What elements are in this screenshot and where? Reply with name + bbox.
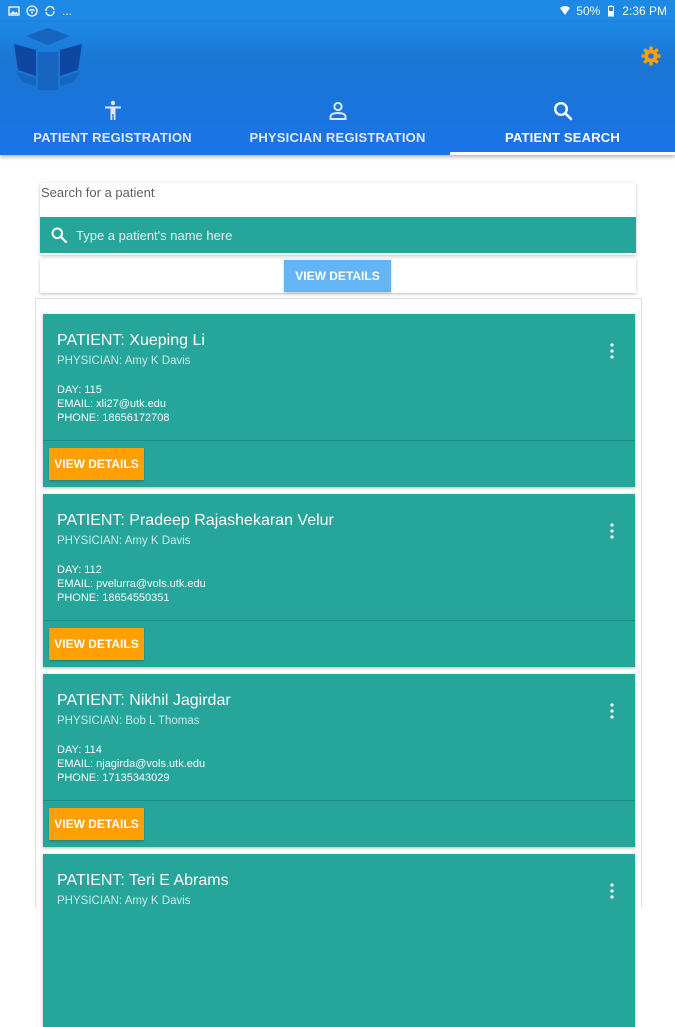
tab-patient-registration-label: PATIENT REGISTRATION: [33, 130, 192, 145]
patient-phone: PHONE: 17135343029: [57, 772, 170, 784]
cube-logo-icon: [14, 28, 82, 90]
card-divider: [43, 800, 635, 801]
tab-bar: PATIENT REGISTRATION PHYSICIAN REGISTRAT…: [0, 94, 675, 155]
search-label: Search for a patient: [41, 185, 155, 200]
card-divider: [43, 440, 635, 441]
more-vert-icon[interactable]: [609, 882, 615, 900]
patient-name: PATIENT: Teri E Abrams: [57, 872, 229, 889]
tab-patient-search[interactable]: PATIENT SEARCH: [450, 94, 675, 155]
person-figure-icon: [104, 100, 121, 120]
patient-card[interactable]: PATIENT: Xueping Li PHYSICIAN: Amy K Dav…: [43, 314, 635, 487]
patient-physician: PHYSICIAN: Amy K Davis: [57, 535, 191, 547]
patient-name: PATIENT: Xueping Li: [57, 332, 205, 349]
view-details-bar: VIEW DETAILS: [40, 259, 636, 293]
view-details-button[interactable]: VIEW DETAILS: [49, 448, 144, 480]
patient-card[interactable]: PATIENT: Teri E Abrams PHYSICIAN: Amy K …: [43, 854, 635, 1027]
tab-physician-registration[interactable]: PHYSICIAN REGISTRATION: [225, 94, 450, 155]
patient-physician: PHYSICIAN: Amy K Davis: [57, 355, 191, 367]
wifi-circle-icon: [26, 5, 38, 17]
view-details-button[interactable]: VIEW DETAILS: [49, 628, 144, 660]
status-overflow: ...: [62, 4, 73, 18]
status-notifications: ...: [8, 4, 72, 18]
tab-patient-search-label: PATIENT SEARCH: [505, 130, 620, 145]
patient-card[interactable]: PATIENT: Pradeep Rajashekaran Velur PHYS…: [43, 494, 635, 667]
search-card: Search for a patient: [40, 183, 636, 255]
patient-email: EMAIL: pvelurra@vols.utk.edu: [57, 578, 206, 590]
more-vert-icon[interactable]: [609, 522, 615, 540]
view-details-button[interactable]: VIEW DETAILS: [49, 808, 144, 840]
status-system: 50% 2:36 PM: [559, 4, 667, 18]
status-time: 2:36 PM: [622, 4, 667, 18]
person-outline-icon: [329, 101, 346, 120]
patient-name: PATIENT: Nikhil Jagirdar: [57, 692, 231, 709]
tab-patient-registration[interactable]: PATIENT REGISTRATION: [0, 94, 225, 155]
patient-day: DAY: 115: [57, 384, 102, 396]
status-bar: ... 50% 2:36 PM: [0, 0, 675, 22]
more-vert-icon[interactable]: [609, 342, 615, 360]
app-header: PATIENT REGISTRATION PHYSICIAN REGISTRAT…: [0, 22, 675, 155]
patient-phone: PHONE: 18654550351: [57, 592, 170, 604]
patient-phone: PHONE: 18656172708: [57, 412, 170, 424]
wifi-icon: [560, 6, 571, 15]
image-icon: [8, 6, 20, 16]
patient-physician: PHYSICIAN: Bob L Thomas: [57, 715, 200, 727]
card-divider: [43, 620, 635, 621]
search-input[interactable]: [76, 227, 596, 243]
patient-email: EMAIL: xli27@utk.edu: [57, 398, 166, 410]
more-vert-icon[interactable]: [609, 702, 615, 720]
view-details-button[interactable]: VIEW DETAILS: [284, 260, 391, 292]
search-bar[interactable]: [40, 217, 636, 253]
patient-email: EMAIL: njagirda@vols.utk.edu: [57, 758, 206, 770]
gear-icon[interactable]: [641, 46, 661, 66]
patient-day: DAY: 112: [57, 564, 102, 576]
battery-icon: [608, 5, 615, 17]
patient-name: PATIENT: Pradeep Rajashekaran Velur: [57, 512, 334, 529]
tab-physician-registration-label: PHYSICIAN REGISTRATION: [249, 130, 426, 145]
patient-list: PATIENT: Xueping Li PHYSICIAN: Amy K Dav…: [35, 298, 642, 1027]
patient-card[interactable]: PATIENT: Nikhil Jagirdar PHYSICIAN: Bob …: [43, 674, 635, 847]
patient-physician: PHYSICIAN: Amy K Davis: [57, 895, 191, 907]
search-icon: [553, 101, 572, 121]
sync-icon: [45, 5, 55, 17]
battery-percent: 50%: [576, 4, 601, 18]
patient-day: DAY: 114: [57, 744, 102, 756]
search-icon: [51, 227, 68, 244]
